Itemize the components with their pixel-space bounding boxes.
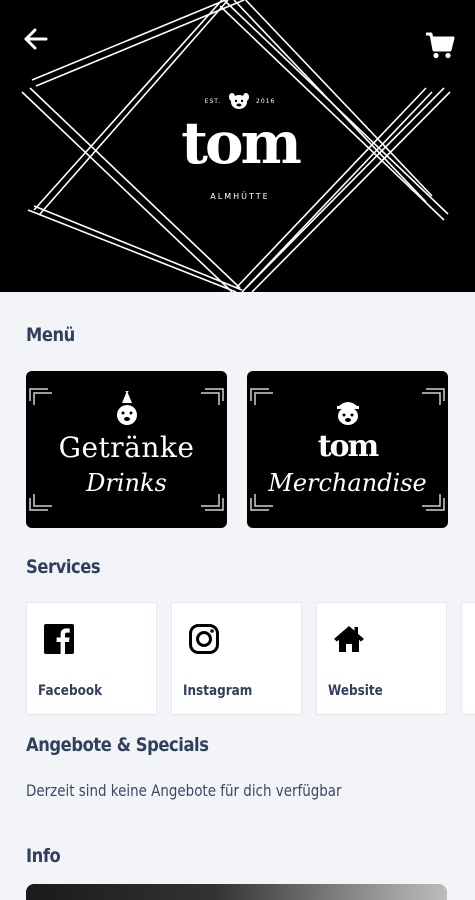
logo-wordmark: tom: [181, 109, 302, 177]
dog-party-hat-icon: [116, 391, 137, 425]
merch-card-subtitle: Merchandise: [268, 469, 427, 497]
service-facebook[interactable]: Facebook: [26, 602, 157, 715]
cart-icon: [426, 32, 455, 59]
home-icon: [334, 626, 364, 652]
instagram-label: Instagram: [183, 683, 253, 699]
facebook-icon: [44, 624, 74, 654]
website-label: Website: [328, 683, 383, 699]
arrow-left-icon: [24, 28, 48, 50]
back-button[interactable]: [20, 24, 52, 54]
menu-section-title: Menü: [26, 324, 75, 346]
cart-button[interactable]: [422, 30, 458, 62]
drinks-card-title: Getränke: [58, 431, 195, 464]
hero-banner: EST. 2016 tom ALMHÜTTE: [0, 0, 475, 292]
logo-est-right: 2016: [256, 98, 276, 105]
logo-subtitle: ALMHÜTTE: [210, 192, 270, 201]
service-next-partial[interactable]: [461, 602, 475, 715]
offers-empty-message: Derzeit sind keine Angebote für dich ver…: [26, 781, 342, 800]
drinks-card-subtitle: Drinks: [86, 469, 167, 497]
info-image: [26, 884, 447, 900]
info-section-title: Info: [26, 845, 61, 867]
service-website[interactable]: Website: [316, 602, 447, 715]
facebook-label: Facebook: [38, 683, 103, 699]
instagram-icon: [189, 624, 219, 654]
logo-est-left: EST.: [204, 98, 222, 105]
services-section-title: Services: [26, 556, 101, 578]
menu-card-drinks[interactable]: Getränke Drinks: [26, 371, 227, 528]
offers-section-title: Angebote & Specials: [26, 734, 209, 756]
merch-card-title: tom: [317, 429, 380, 464]
service-instagram[interactable]: Instagram: [171, 602, 302, 715]
brand-logo: EST. 2016 tom ALMHÜTTE: [150, 92, 330, 204]
menu-card-merchandise[interactable]: tom Merchandise: [247, 371, 448, 528]
dog-cap-icon: [336, 402, 359, 425]
